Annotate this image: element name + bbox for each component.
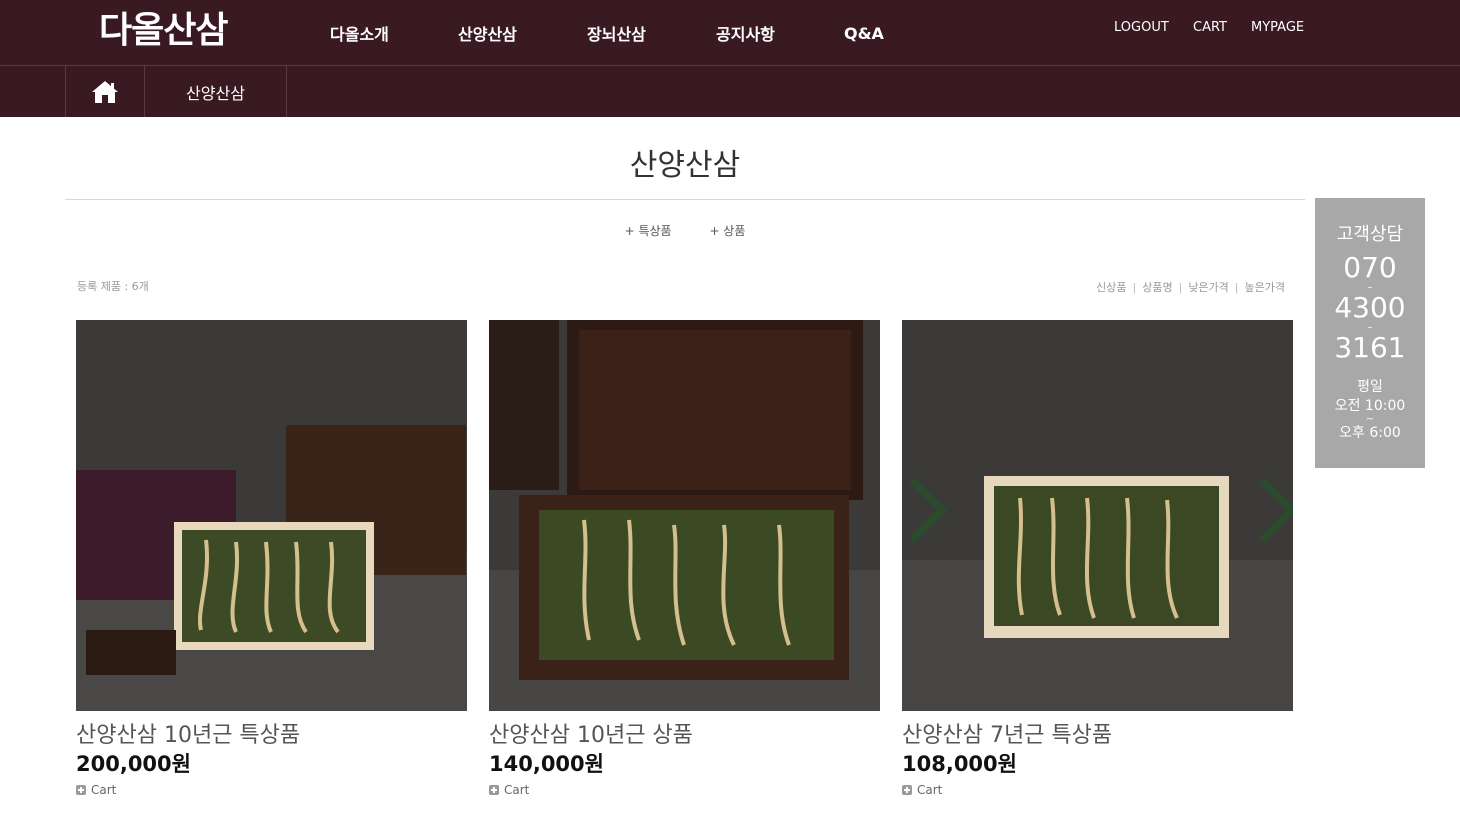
- page-title: 산양산삼: [629, 148, 741, 183]
- subcategory-premium[interactable]: + 특상품: [625, 222, 672, 239]
- product-name[interactable]: 산양산삼 10년근 특상품: [76, 723, 467, 749]
- product-card: 산양산삼 10년근 특상품 200,000원 Cart: [76, 320, 467, 797]
- cs-close-time: 오후 6:00: [1339, 425, 1401, 441]
- breadcrumb-category[interactable]: 산양산삼: [145, 66, 287, 117]
- plus-square-icon: [902, 785, 912, 795]
- sort-divider: |: [1132, 280, 1137, 294]
- top-header: 다올산삼 다올소개 산양산삼 장뇌산삼 공지사항 Q&A LOGOUT CART…: [0, 0, 1460, 66]
- plus-square-icon: [76, 785, 86, 795]
- title-divider: [65, 199, 1305, 200]
- cs-phone-part: 070: [1343, 251, 1397, 284]
- product-image[interactable]: [489, 320, 880, 711]
- customer-service-box: 고객상담 070 – 4300 – 3161 평일 오전 10:00 ~ 오후 …: [1315, 198, 1425, 468]
- nav-item-about[interactable]: 다올소개: [330, 21, 389, 45]
- cs-tilde: ~: [1365, 414, 1375, 425]
- cart-label: Cart: [917, 783, 943, 797]
- cart-label: Cart: [504, 783, 530, 797]
- home-icon: [92, 80, 118, 103]
- cs-phone-part: 4300: [1334, 291, 1406, 324]
- nav-item-notice[interactable]: 공지사항: [716, 21, 775, 45]
- product-name[interactable]: 산양산삼 7년근 특상품: [902, 723, 1293, 749]
- sort-options: 신상품 | 상품명 | 낮은가격 | 높은가격: [1096, 279, 1285, 295]
- logout-link[interactable]: LOGOUT: [1114, 20, 1169, 35]
- cs-phone-part: 3161: [1334, 331, 1406, 364]
- mypage-link[interactable]: MYPAGE: [1251, 20, 1304, 35]
- sort-high-price[interactable]: 높은가격: [1245, 279, 1285, 295]
- add-to-cart-button[interactable]: Cart: [902, 783, 1293, 797]
- sort-newest[interactable]: 신상품: [1096, 279, 1126, 295]
- site-logo[interactable]: 다올산삼: [99, 8, 228, 52]
- cart-link[interactable]: CART: [1193, 20, 1227, 35]
- breadcrumb: 산양산삼: [0, 66, 1460, 117]
- sort-name[interactable]: 상품명: [1142, 279, 1172, 295]
- cs-days: 평일: [1357, 379, 1383, 395]
- nav-item-mountain-ginseng[interactable]: 산양산삼: [458, 21, 517, 45]
- product-card: 산양산삼 10년근 상품 140,000원 Cart: [489, 320, 880, 797]
- cart-label: Cart: [91, 783, 117, 797]
- plus-square-icon: [489, 785, 499, 795]
- cs-hours: 평일 오전 10:00 ~ 오후 6:00: [1315, 378, 1425, 443]
- add-to-cart-button[interactable]: Cart: [489, 783, 880, 797]
- sort-divider: |: [1178, 280, 1183, 294]
- product-name[interactable]: 산양산삼 10년근 상품: [489, 723, 880, 749]
- product-card: 산양산삼 7년근 특상품 108,000원 Cart: [902, 320, 1293, 797]
- sort-low-price[interactable]: 낮은가격: [1188, 279, 1228, 295]
- nav-item-qna[interactable]: Q&A: [844, 24, 884, 43]
- product-image[interactable]: [76, 320, 467, 711]
- subcategory-list: + 특상품 + 상품: [0, 222, 1370, 239]
- nav-item-jangnoe-ginseng[interactable]: 장뇌산삼: [587, 21, 646, 45]
- product-price: 108,000원: [902, 752, 1017, 776]
- subcategory-standard[interactable]: + 상품: [709, 222, 745, 239]
- product-image[interactable]: [902, 320, 1293, 711]
- product-price: 200,000원: [76, 752, 191, 776]
- sort-divider: |: [1234, 280, 1239, 294]
- product-count: 등록 제품 : 6개: [77, 280, 149, 293]
- breadcrumb-home[interactable]: [65, 66, 145, 117]
- product-price: 140,000원: [489, 752, 604, 776]
- add-to-cart-button[interactable]: Cart: [76, 783, 467, 797]
- cs-title: 고객상담: [1336, 224, 1404, 245]
